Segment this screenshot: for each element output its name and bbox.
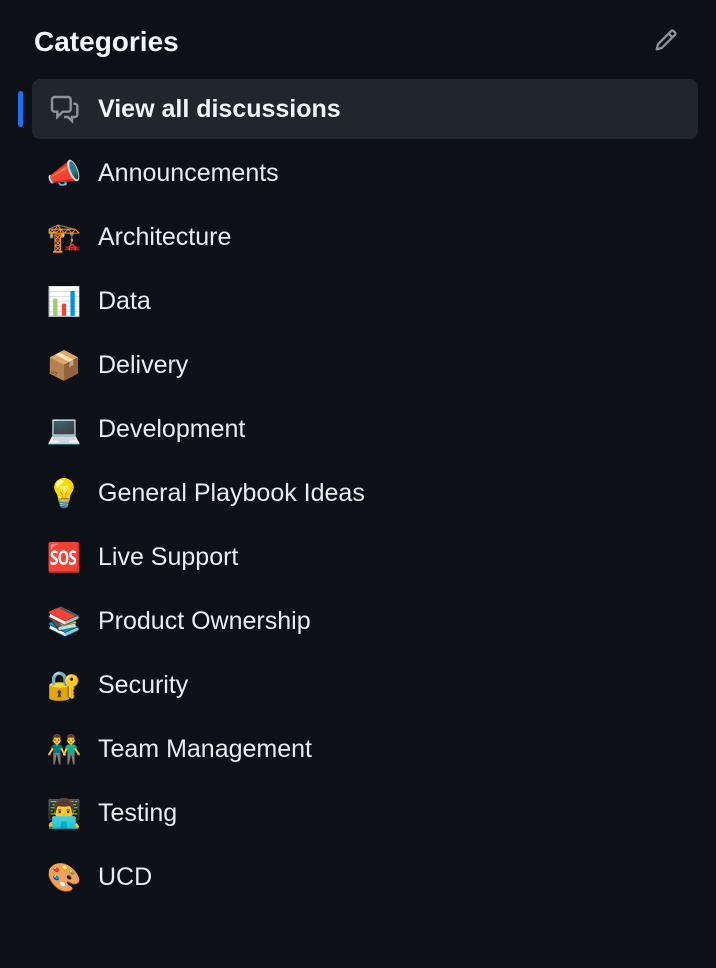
category-label: View all discussions [98, 95, 341, 124]
category-item-team-management[interactable]: 👬 Team Management [32, 719, 698, 779]
category-label: UCD [98, 863, 152, 892]
category-item-announcements[interactable]: 📣 Announcements [32, 143, 698, 203]
category-label: General Playbook Ideas [98, 479, 365, 508]
people-icon: 👬 [48, 733, 80, 765]
category-item-general-playbook[interactable]: 💡 General Playbook Ideas [32, 463, 698, 523]
category-label: Architecture [98, 223, 231, 252]
categories-header: Categories [18, 16, 698, 79]
books-icon: 📚 [48, 605, 80, 637]
category-item-view-all[interactable]: View all discussions [32, 79, 698, 139]
package-icon: 📦 [48, 349, 80, 381]
category-label: Data [98, 287, 151, 316]
category-item-testing[interactable]: 👨‍💻 Testing [32, 783, 698, 843]
discussions-icon [48, 93, 80, 125]
sos-icon: 🆘 [48, 541, 80, 573]
category-label: Product Ownership [98, 607, 311, 636]
category-item-development[interactable]: 💻 Development [32, 399, 698, 459]
categories-title: Categories [34, 26, 179, 58]
category-item-delivery[interactable]: 📦 Delivery [32, 335, 698, 395]
category-item-live-support[interactable]: 🆘 Live Support [32, 527, 698, 587]
category-item-ucd[interactable]: 🎨 UCD [32, 847, 698, 907]
category-item-architecture[interactable]: 🏗️ Architecture [32, 207, 698, 267]
laptop-icon: 💻 [48, 413, 80, 445]
megaphone-icon: 📣 [48, 157, 80, 189]
category-label: Security [98, 671, 188, 700]
pencil-icon [654, 28, 678, 55]
category-label: Delivery [98, 351, 188, 380]
construction-icon: 🏗️ [48, 221, 80, 253]
category-label: Live Support [98, 543, 238, 572]
category-label: Announcements [98, 159, 279, 188]
category-label: Team Management [98, 735, 312, 764]
bar-chart-icon: 📊 [48, 285, 80, 317]
lightbulb-icon: 💡 [48, 477, 80, 509]
category-item-data[interactable]: 📊 Data [32, 271, 698, 331]
category-label: Development [98, 415, 245, 444]
lock-icon: 🔐 [48, 669, 80, 701]
category-label: Testing [98, 799, 177, 828]
category-item-product-ownership[interactable]: 📚 Product Ownership [32, 591, 698, 651]
edit-categories-button[interactable] [650, 24, 682, 59]
category-list: View all discussions 📣 Announcements 🏗️ … [18, 79, 698, 907]
palette-icon: 🎨 [48, 861, 80, 893]
category-item-security[interactable]: 🔐 Security [32, 655, 698, 715]
technologist-icon: 👨‍💻 [48, 797, 80, 829]
